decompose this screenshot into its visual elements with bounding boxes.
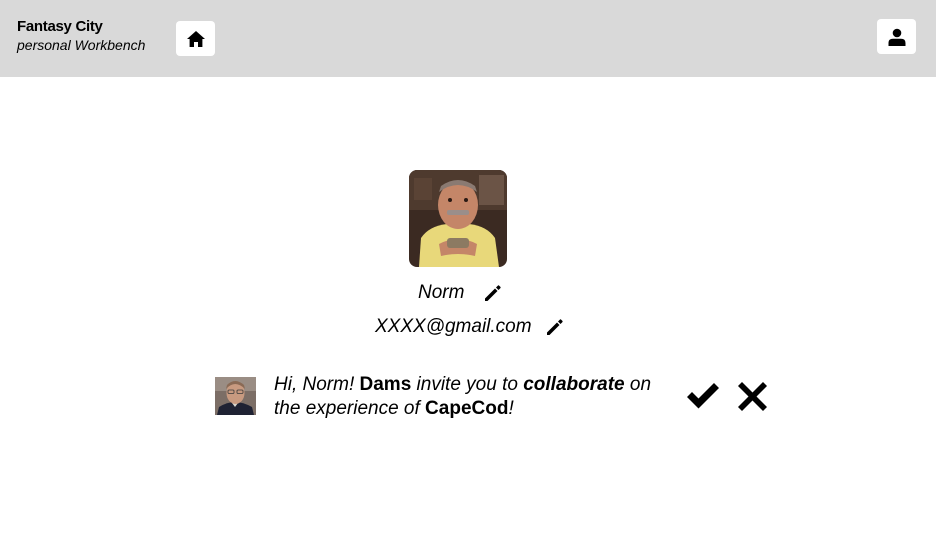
edit-name-button[interactable] (483, 283, 503, 303)
invite-on-text: on (629, 374, 652, 395)
profile-name-row: Norm (418, 280, 503, 306)
inviter-name: Dams (359, 374, 412, 395)
profile-name: Norm (418, 282, 465, 303)
profile-avatar (409, 170, 507, 267)
x-icon (737, 381, 767, 411)
decline-invitation-button[interactable] (736, 380, 768, 412)
pencil-icon (485, 285, 502, 301)
home-button[interactable] (176, 21, 215, 56)
profile-email-row: XXXX@gmail.com (375, 314, 565, 340)
accept-invitation-button[interactable] (686, 380, 720, 412)
home-icon (186, 30, 205, 47)
inviter-avatar (215, 377, 256, 415)
invitation-message: Hi, Norm! Dams invite you to collaborate… (274, 373, 684, 421)
end-punct: ! (508, 398, 514, 419)
greeting: Hi, Norm! (274, 374, 355, 395)
checkmark-icon (687, 383, 719, 409)
invite-text: invite you to (416, 374, 518, 395)
user-icon (888, 28, 905, 46)
experience-name: CapeCod (425, 398, 509, 419)
brand-subtitle: personal Workbench (17, 37, 146, 53)
profile-email: XXXX@gmail.com (375, 316, 532, 337)
experience-text: the experience of (274, 398, 420, 419)
invite-role: collaborate (523, 374, 625, 395)
profile-button[interactable] (877, 19, 916, 54)
top-bar: Fantasy City personal Workbench (0, 0, 936, 77)
edit-email-button[interactable] (545, 317, 565, 337)
pencil-icon (546, 319, 563, 335)
invitation-notification: Hi, Norm! Dams invite you to collaborate… (215, 372, 775, 422)
brand-title: Fantasy City (17, 18, 103, 35)
